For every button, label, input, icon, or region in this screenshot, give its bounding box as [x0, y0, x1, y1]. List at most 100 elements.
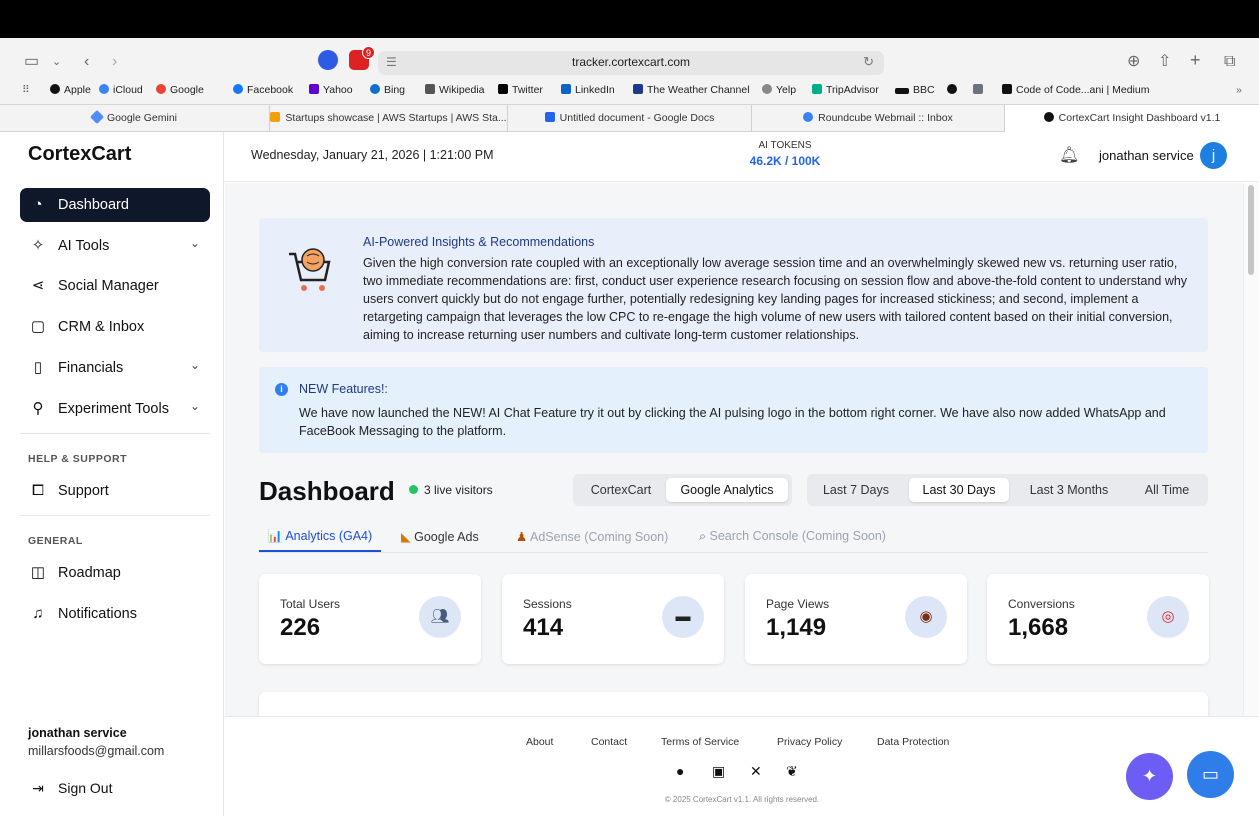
sidebar-item-notifications[interactable]: ♫ Notifications	[20, 597, 210, 631]
subtab-adsense[interactable]: ♟ AdSense (Coming Soon)	[516, 529, 668, 544]
chevron-down-icon: ⌄	[189, 358, 200, 372]
subtab-search-console[interactable]: ⌕ Search Console (Coming Soon)	[699, 529, 886, 544]
range-last-3-months[interactable]: Last 3 Months	[1017, 478, 1121, 502]
facebook-icon[interactable]: ●	[676, 763, 684, 779]
sidebar-toggle-icon[interactable]: ▭	[24, 52, 39, 72]
address-bar[interactable]: ☰ tracker.cortexcart.com ↻	[378, 51, 884, 75]
sign-out-button[interactable]: ⇥ Sign Out	[28, 780, 112, 797]
sidebar-divider	[20, 433, 210, 434]
bookmark-wikipedia[interactable]: Wikipedia	[425, 84, 485, 96]
sidebar-item-roadmap[interactable]: ◫ Roadmap	[20, 556, 210, 590]
bookmark-yelp[interactable]: Yelp	[762, 84, 796, 96]
chevron-down-icon[interactable]: ⌄	[52, 52, 61, 72]
info-icon: i	[275, 383, 288, 396]
range-last-30-days[interactable]: Last 30 Days	[909, 478, 1009, 502]
scrollbar-thumb[interactable]	[1248, 185, 1254, 275]
bookmark-facebook[interactable]: Facebook	[233, 84, 293, 96]
bluesky-icon[interactable]: ❦	[786, 763, 798, 780]
download-icon[interactable]: ⊕	[1127, 52, 1140, 72]
tab-google-gemini[interactable]: Google Gemini	[0, 105, 270, 133]
share-icon[interactable]: ⇧	[1158, 52, 1171, 72]
sidebar-item-label: Notifications	[58, 606, 137, 622]
analytics-subtabs: 📊 Analytics (GA4) ◣ Google Ads ♟ AdSense…	[259, 523, 1208, 553]
range-all-time[interactable]: All Time	[1131, 478, 1203, 502]
features-title: NEW Features!:	[299, 382, 388, 396]
tab-google-docs[interactable]: Untitled document - Google Docs	[508, 105, 752, 133]
instagram-icon[interactable]: ▣	[712, 763, 725, 780]
footer-link-about[interactable]: About	[526, 736, 553, 748]
footer-link-data-protection[interactable]: Data Protection	[877, 736, 949, 748]
url-text: tracker.cortexcart.com	[571, 55, 691, 69]
back-icon[interactable]: ‹	[84, 52, 89, 72]
chat-bubble-icon: ▭	[1201, 764, 1219, 784]
bookmark-twitter[interactable]: Twitter	[498, 84, 543, 96]
x-icon	[498, 84, 508, 94]
brand-logo[interactable]: CortexCart	[28, 143, 131, 166]
footer-link-terms[interactable]: Terms of Service	[661, 736, 739, 748]
tab-aws-startups[interactable]: Startups showcase | AWS Startups | AWS S…	[270, 105, 508, 133]
subtab-analytics-ga4[interactable]: 📊 Analytics (GA4)	[267, 529, 372, 544]
apple-icon	[50, 84, 60, 94]
tab-roundcube[interactable]: Roundcube Webmail :: Inbox	[752, 105, 1005, 133]
bookmark-apple[interactable]: Apple	[50, 84, 91, 96]
shield-extension-icon[interactable]	[318, 50, 338, 70]
stat-value: 1,149	[766, 614, 827, 641]
stat-value: 226	[280, 614, 321, 641]
header-user-name[interactable]: jonathan service	[1099, 148, 1194, 163]
search-icon	[370, 84, 380, 94]
notifications-bell-icon[interactable]: 🔔︎	[1059, 145, 1079, 165]
page-title: Dashboard	[259, 476, 395, 506]
sidebar-item-social-manager[interactable]: ⋖ Social Manager	[20, 269, 210, 303]
bookmark-yahoo[interactable]: Yahoo	[309, 84, 353, 96]
bookmark-google[interactable]: Google	[156, 84, 204, 96]
megaphone-icon: ◣	[401, 530, 415, 544]
sidebar-item-crm-inbox[interactable]: ▢ CRM & Inbox	[20, 310, 210, 344]
aws-icon	[270, 112, 281, 122]
google-icon	[156, 84, 166, 94]
footer-link-privacy[interactable]: Privacy Policy	[777, 736, 842, 748]
tab-cortexcart[interactable]: CortexCart Insight Dashboard v1.1	[1005, 105, 1259, 133]
range-last-7-days[interactable]: Last 7 Days	[812, 478, 900, 502]
ai-tokens-label: AI TOKENS	[758, 140, 812, 151]
ai-chat-button[interactable]: ✦	[1126, 753, 1173, 800]
sidebar-item-dashboard[interactable]: ◔ Dashboard	[20, 188, 210, 222]
tab-overview-icon[interactable]: ⧉	[1224, 52, 1235, 72]
stat-card-total-users: Total Users 226 👥︎	[259, 574, 481, 664]
sidebar-item-financials[interactable]: ▯ Financials ⌄	[20, 351, 210, 385]
tab-google-analytics[interactable]: Google Analytics	[666, 478, 788, 502]
sidebar-item-support[interactable]: ⧠ Support	[20, 474, 210, 508]
subtab-google-ads[interactable]: ◣ Google Ads	[401, 529, 479, 544]
sidebar-item-label: Social Manager	[58, 278, 159, 294]
sidebar-item-experiment-tools[interactable]: ⚲ Experiment Tools ⌄	[20, 392, 210, 426]
magnifier-icon: ⌕	[699, 529, 710, 543]
new-tab-icon[interactable]: +	[1190, 50, 1201, 70]
wikipedia-icon	[425, 84, 435, 94]
bookmark-folder[interactable]	[973, 84, 987, 96]
x-icon[interactable]: ✕	[750, 763, 762, 780]
avatar[interactable]: j	[1200, 142, 1227, 169]
copyright: © 2025 CortexCart v1.1. All rights reser…	[664, 795, 820, 804]
messages-button[interactable]: ▭	[1187, 751, 1234, 798]
eye-icon: ◉	[905, 596, 947, 638]
bookmark-linkedin[interactable]: LinkedIn	[561, 84, 615, 96]
reload-icon[interactable]: ↻	[863, 54, 874, 70]
chevron-down-icon: ⌄	[189, 236, 200, 250]
footer-link-contact[interactable]: Contact	[591, 736, 627, 748]
tripadvisor-icon	[812, 84, 822, 94]
bookmark-weather[interactable]: The Weather Channel	[633, 84, 750, 96]
bookmark-github[interactable]	[947, 84, 961, 96]
sidebar-item-ai-tools[interactable]: ✧ AI Tools ⌄	[20, 229, 210, 263]
bookmark-bing[interactable]: Bing	[370, 84, 405, 96]
bookmark-medium[interactable]: Code of Code...ani | Medium	[1002, 84, 1149, 96]
forward-icon[interactable]: ›	[112, 52, 117, 72]
sign-out-icon: ⇥	[32, 780, 44, 796]
grid-icon[interactable]: ⠿	[22, 84, 30, 96]
github-icon	[947, 84, 957, 94]
bookmark-icloud[interactable]: iCloud	[99, 84, 143, 96]
more-bookmarks-icon[interactable]: »	[1236, 84, 1242, 96]
tab-cortexcart-source[interactable]: CortexCart	[578, 478, 664, 502]
stat-label: Sessions	[523, 597, 572, 611]
bookmark-bbc[interactable]: BBC	[895, 84, 935, 96]
bookmark-tripadvisor[interactable]: TripAdvisor	[812, 84, 879, 96]
main-scrollbar[interactable]	[1243, 183, 1259, 716]
